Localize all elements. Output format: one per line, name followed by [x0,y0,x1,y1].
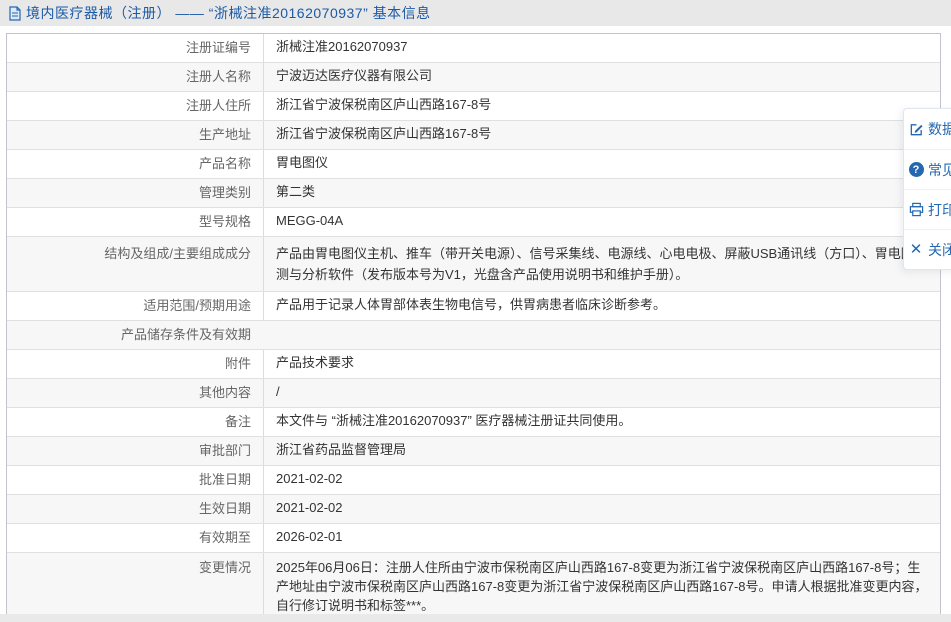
panel-item-label: 常见 [928,161,951,178]
faq-button[interactable]: ? 常见 [904,149,951,189]
row-value: 2021-02-02 [263,495,940,523]
table-row: 适用范围/预期用途 产品用于记录人体胃部体表生物电信号，供胃病患者临床诊断参考。 [7,291,940,320]
printer-icon [908,202,924,218]
row-value: / [263,379,940,407]
row-value: MEGG-04A [263,208,940,236]
row-label: 备注 [224,414,251,429]
row-label: 注册证编号 [185,40,251,55]
table-row: 其他内容 / [7,378,940,407]
table-row: 管理类别 第二类 [7,178,940,207]
row-value: 浙江省宁波保税南区庐山西路167-8号 [263,121,940,149]
row-label: 结构及组成/主要组成成分 [104,246,251,261]
document-icon [8,5,22,21]
row-value: 宁波迈达医疗仪器有限公司 [263,63,940,91]
row-value: 浙江省宁波保税南区庐山西路167-8号 [263,92,940,120]
row-label: 产品储存条件及有效期 [120,327,251,342]
print-button[interactable]: 打印 [904,189,951,229]
row-value: 浙江省药品监督管理局 [263,437,940,465]
row-value: 第二类 [263,179,940,207]
row-label: 适用范围/预期用途 [143,298,251,313]
row-label: 注册人名称 [185,69,251,84]
table-row: 型号规格 MEGG-04A [7,207,940,236]
table-row: 审批部门 浙江省药品监督管理局 [7,436,940,465]
row-value: 胃电图仪 [263,150,940,178]
row-value: 产品技术要求 [263,350,940,378]
table-row: 注册证编号 浙械注准20162070937 [7,34,940,62]
data-correction-button[interactable]: 数据 [904,109,951,149]
table-row: 注册人名称 宁波迈达医疗仪器有限公司 [7,62,940,91]
table-row: 生效日期 2021-02-02 [7,494,940,523]
row-value: 本文件与 “浙械注准20162070937” 医疗器械注册证共同使用。 [263,408,940,436]
row-label: 其他内容 [198,385,251,400]
table-row: 结构及组成/主要组成成分 产品由胃电图仪主机、推车（带开关电源）、信号采集线、电… [7,236,940,291]
close-button[interactable]: ✕ 关闭 [904,229,951,269]
page-title-text: 境内医疗器械（注册） —— “浙械注准20162070937” 基本信息 [26,5,431,21]
panel-item-label: 打印 [928,201,951,218]
row-value: 2025年06月06日：注册人住所由宁波市保税南区庐山西路167-8变更为浙江省… [263,553,940,622]
row-label: 变更情况 [198,560,251,575]
row-label: 型号规格 [198,214,251,229]
row-label: 产品名称 [198,156,251,171]
row-value: 产品用于记录人体胃部体表生物电信号，供胃病患者临床诊断参考。 [263,292,940,320]
row-value: 浙械注准20162070937 [263,34,940,62]
table-row: 产品名称 胃电图仪 [7,149,940,178]
row-value: 产品由胃电图仪主机、推车（带开关电源）、信号采集线、电源线、心电电极、屏蔽USB… [263,237,940,291]
table-row: 注册人住所 浙江省宁波保税南区庐山西路167-8号 [7,91,940,120]
row-label: 附件 [224,356,251,371]
floating-action-panel: 数据 ? 常见 打印 ✕ 关闭 [903,108,951,270]
edit-icon [908,121,924,137]
table-row: 批准日期 2021-02-02 [7,465,940,494]
row-label: 注册人住所 [185,98,251,113]
registration-info-table: 注册证编号 浙械注准20162070937 注册人名称 宁波迈达医疗仪器有限公司… [6,33,941,622]
row-label: 批准日期 [198,472,251,487]
row-label: 生产地址 [198,127,251,142]
table-row: 附件 产品技术要求 [7,349,940,378]
panel-item-label: 关闭 [928,241,951,258]
row-label: 审批部门 [198,443,251,458]
page-title: 境内医疗器械（注册） —— “浙械注准20162070937” 基本信息 [8,3,431,23]
row-value: 2026-02-01 [263,524,940,552]
bottom-strip [0,614,951,622]
row-label: 生效日期 [198,501,251,516]
row-value [263,321,940,349]
row-value: 2021-02-02 [263,466,940,494]
panel-item-label: 数据 [928,121,951,137]
table-row: 备注 本文件与 “浙械注准20162070937” 医疗器械注册证共同使用。 [7,407,940,436]
table-row: 产品储存条件及有效期 [7,320,940,349]
close-icon: ✕ [909,241,923,258]
table-row: 生产地址 浙江省宁波保税南区庐山西路167-8号 [7,120,940,149]
table-row: 变更情况 2025年06月06日：注册人住所由宁波市保税南区庐山西路167-8变… [7,552,940,622]
question-icon: ? [908,162,924,178]
row-label: 有效期至 [198,530,251,545]
table-row: 有效期至 2026-02-01 [7,523,940,552]
row-label: 管理类别 [198,185,251,200]
header-strip: 境内医疗器械（注册） —— “浙械注准20162070937” 基本信息 [0,0,951,26]
